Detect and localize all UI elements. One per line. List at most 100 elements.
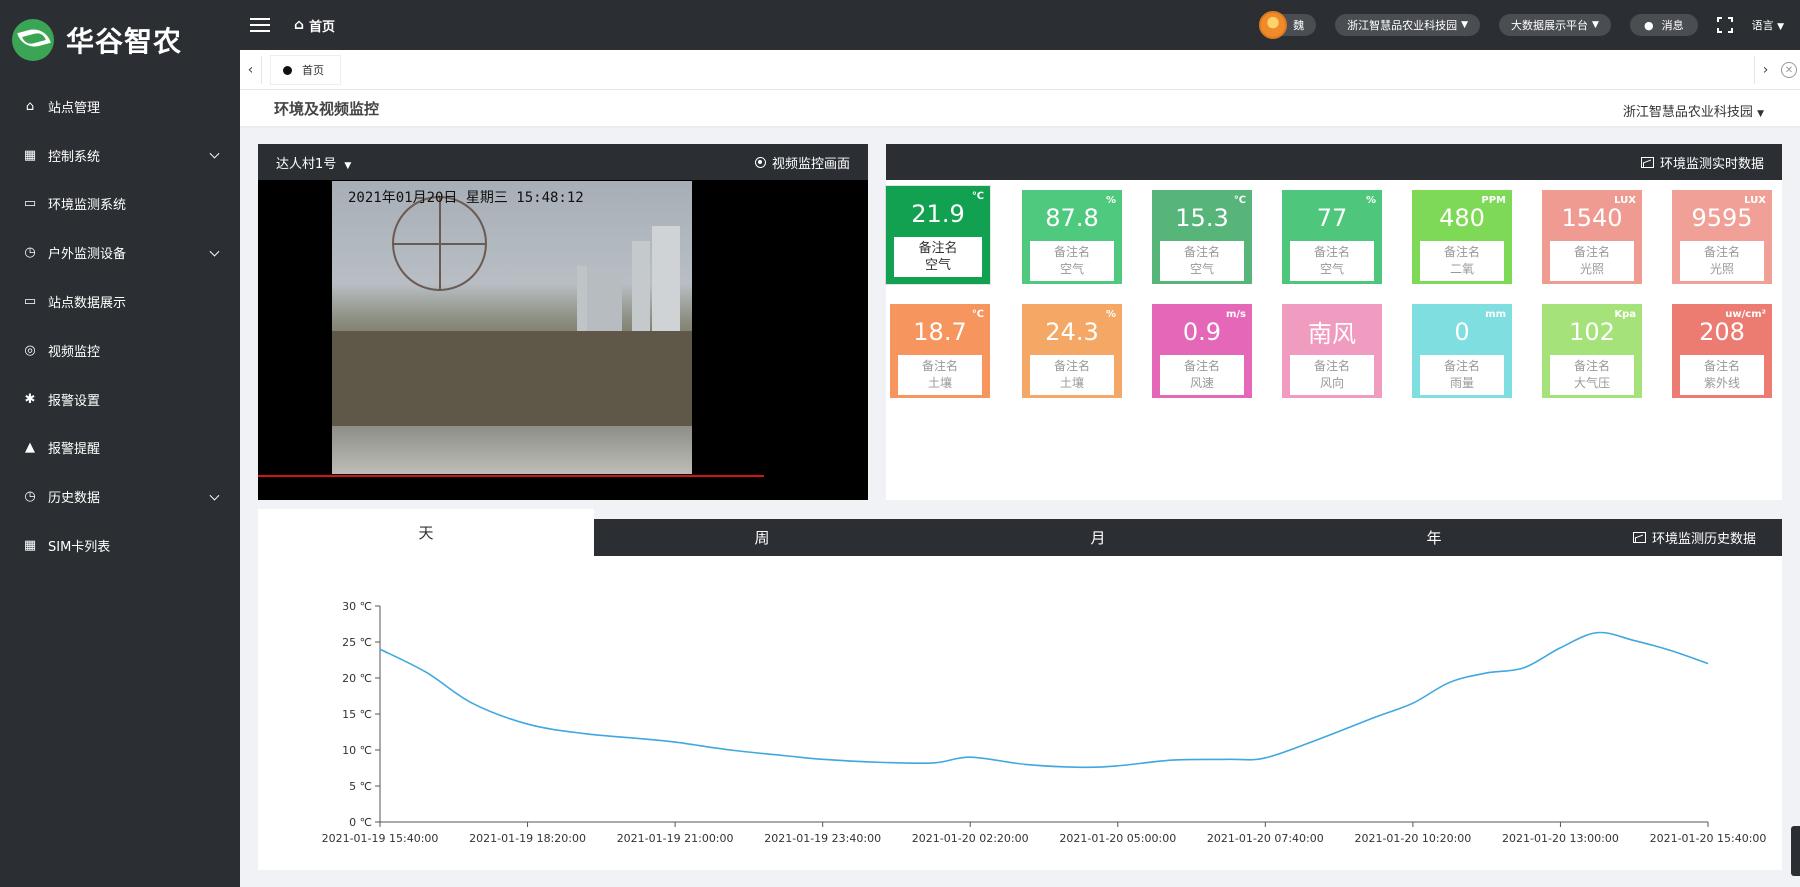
sidebar-item-label: 环境监测系统 [48, 198, 127, 214]
video-progress-bar[interactable] [258, 475, 764, 477]
x-tick-label: 2021-01-19 23:40:00 [764, 832, 881, 845]
chart-icon [1632, 532, 1646, 543]
page-title: 环境及视频监控 [274, 100, 380, 118]
org-dropdown[interactable]: 浙江智慧品农业科技园 ▼ [1335, 14, 1481, 36]
sensor-note-label: 备注名 [1703, 359, 1740, 373]
org-select[interactable]: 浙江智慧品农业科技园 ▼ [1623, 101, 1764, 120]
history-tab-3[interactable]: 年 [1266, 519, 1602, 556]
sensor-unit: LUX [1744, 195, 1766, 206]
sidebar-nav: ⌂ 站点管理 ▦ 控制系统 ▭ 环境监测系统 ◷ 户外监测设备 ▭ 站点数据展示 ◎ 视频监控 ✱ 报警设… [0, 82, 240, 570]
sensor-card[interactable]: uw/cm² 208 备注名 紫外线 [1672, 304, 1772, 398]
history-tab-0[interactable]: 天 [258, 509, 594, 556]
sensor-note-label: 备注名 [1703, 245, 1740, 259]
home-icon: ⌂ [294, 17, 305, 33]
sensor-type: 空气 [1319, 262, 1344, 276]
history-title-label: 环境监测历史数据 [1651, 532, 1756, 547]
sensor-card[interactable]: % 77 备注名 空气 [1282, 190, 1382, 284]
language-label: 语言 [1751, 19, 1774, 32]
camera-select[interactable]: 达人村1号 ▼ [276, 153, 351, 172]
history-chart-panel: 0 ℃ 5 ℃ 10 ℃ 15 ℃ 20 ℃ 25 ℃ 30 ℃ 2021-01-19 15:… [258, 556, 1782, 870]
sensor-card[interactable]: m/s 0.9 备注名 风速 [1152, 304, 1252, 398]
sensor-unit: LUX [1614, 195, 1636, 206]
sidebar-item-5[interactable]: ◎ 视频监控 [0, 326, 240, 375]
messages-button[interactable]: ● 消息 [1629, 14, 1698, 36]
warning-icon: ▲ [25, 440, 35, 456]
sensor-unit: ℃ [971, 309, 984, 320]
monitor-chart-icon: ▭ [23, 196, 37, 212]
caret-down-icon: ▼ [1777, 22, 1784, 32]
tab-home[interactable]: 首页 [270, 55, 341, 85]
sensor-note-label: 备注名 [918, 241, 958, 256]
sensor-value: 87.8 [1045, 203, 1099, 232]
sidebar-item-4[interactable]: ▭ 站点数据展示 [0, 277, 240, 326]
sidebar-item-3[interactable]: ◷ 户外监测设备 [0, 228, 240, 277]
sidebar-item-9[interactable]: ▦ SIM卡列表 [0, 521, 240, 570]
sidebar-item-8[interactable]: ◷ 历史数据 [0, 472, 240, 521]
language-dropdown[interactable]: 语言 ▼ [1752, 17, 1784, 33]
sensor-card[interactable]: mm 0 备注名 雨量 [1412, 304, 1512, 398]
platform-dropdown[interactable]: 大数据展示平台 ▼ [1499, 14, 1611, 36]
sensor-unit: ℃ [971, 191, 984, 202]
sidebar-item-6[interactable]: ✱ 报警设置 [0, 375, 240, 424]
sidebar-item-label: 控制系统 [48, 149, 101, 165]
history-tab-1[interactable]: 周 [594, 519, 930, 556]
tabs-scroll-right-icon[interactable]: › [1754, 56, 1776, 84]
sensor-type: 紫外线 [1703, 376, 1740, 390]
sensor-type: 空气 [1059, 262, 1084, 276]
sensor-value: 24.3 [1045, 317, 1099, 346]
sensor-label-box: 备注名 空气 [1160, 241, 1244, 281]
sensor-label-box: 备注名 二氧 [1420, 241, 1504, 281]
sensor-unit: mm [1485, 309, 1506, 320]
camera-icon: ◎ [24, 342, 36, 358]
org-select-label: 浙江智慧品农业科技园 [1622, 105, 1753, 120]
sensor-card[interactable]: PPM 480 备注名 二氧 [1412, 190, 1512, 284]
close-all-tabs-icon[interactable]: ✕ [1781, 62, 1797, 78]
sensor-label-box: 备注名 空气 [1290, 241, 1374, 281]
leaf-logo-icon [12, 19, 54, 61]
tabs-scroll-left-icon[interactable]: ‹ [240, 56, 262, 84]
history-icon: ◷ [24, 245, 36, 261]
sensor-note-label: 备注名 [1183, 245, 1220, 259]
tab-home-label: 首页 [302, 64, 324, 77]
sidebar-item-label: 报警设置 [48, 393, 101, 409]
sensor-card[interactable]: Kpa 102 备注名 大气压 [1542, 304, 1642, 398]
y-tick-label: 10 ℃ [342, 744, 372, 757]
sensor-card[interactable]: ℃ 18.7 备注名 土壤 [890, 304, 990, 398]
sensor-label-box: 备注名 土壤 [898, 355, 982, 395]
sensor-card[interactable]: ℃ 21.9 备注名 空气 [886, 186, 990, 284]
sensor-label-box: 备注名 风向 [1290, 355, 1374, 395]
sensor-unit: uw/cm² [1725, 309, 1766, 320]
caret-down-icon: ▼ [1461, 20, 1469, 30]
menu-toggle-icon[interactable] [250, 18, 270, 32]
brand-logo[interactable]: 华谷智农 [0, 0, 240, 80]
sensor-note-label: 备注名 [1573, 359, 1610, 373]
sensor-card[interactable]: LUX 9595 备注名 光照 [1672, 190, 1772, 284]
sensor-note-label: 备注名 [1443, 359, 1480, 373]
sensor-unit: % [1365, 195, 1376, 206]
sidebar-item-0[interactable]: ⌂ 站点管理 [0, 82, 240, 131]
home-link[interactable]: ⌂ 首页 [294, 16, 335, 35]
user-menu[interactable]: 魏 [1259, 11, 1317, 39]
sensor-card[interactable]: 南风 备注名 风向 [1282, 304, 1382, 398]
chevron-down-icon [209, 148, 220, 159]
video-panel-title: 视频监控画面 [771, 156, 850, 172]
page-scrollbar[interactable] [1791, 826, 1800, 876]
sensor-note-label: 备注名 [921, 359, 958, 373]
caret-down-icon: ▼ [1592, 20, 1599, 30]
fullscreen-icon[interactable] [1716, 17, 1733, 33]
sensor-card[interactable]: ℃ 15.3 备注名 空气 [1152, 190, 1252, 284]
history-icon: ◷ [24, 489, 36, 505]
sensor-card[interactable]: % 87.8 备注名 空气 [1022, 190, 1122, 284]
history-tab-2[interactable]: 月 [930, 519, 1266, 556]
sidebar-item-2[interactable]: ▭ 环境监测系统 [0, 180, 240, 229]
sensor-card[interactable]: % 24.3 备注名 土壤 [1022, 304, 1122, 398]
chart-icon [1640, 156, 1654, 168]
sidebar-item-1[interactable]: ▦ 控制系统 [0, 131, 240, 180]
sensor-note-label: 备注名 [1053, 359, 1090, 373]
sensor-unit: Kpa [1614, 309, 1636, 320]
video-player[interactable]: 2021年01月20日 星期三 15:48:12 [258, 181, 868, 500]
sensor-card[interactable]: LUX 1540 备注名 光照 [1542, 190, 1642, 284]
sensor-type: 光照 [1709, 262, 1734, 276]
y-tick-label: 5 ℃ [349, 780, 372, 793]
sidebar-item-7[interactable]: ▲ 报警提醒 [0, 424, 240, 473]
